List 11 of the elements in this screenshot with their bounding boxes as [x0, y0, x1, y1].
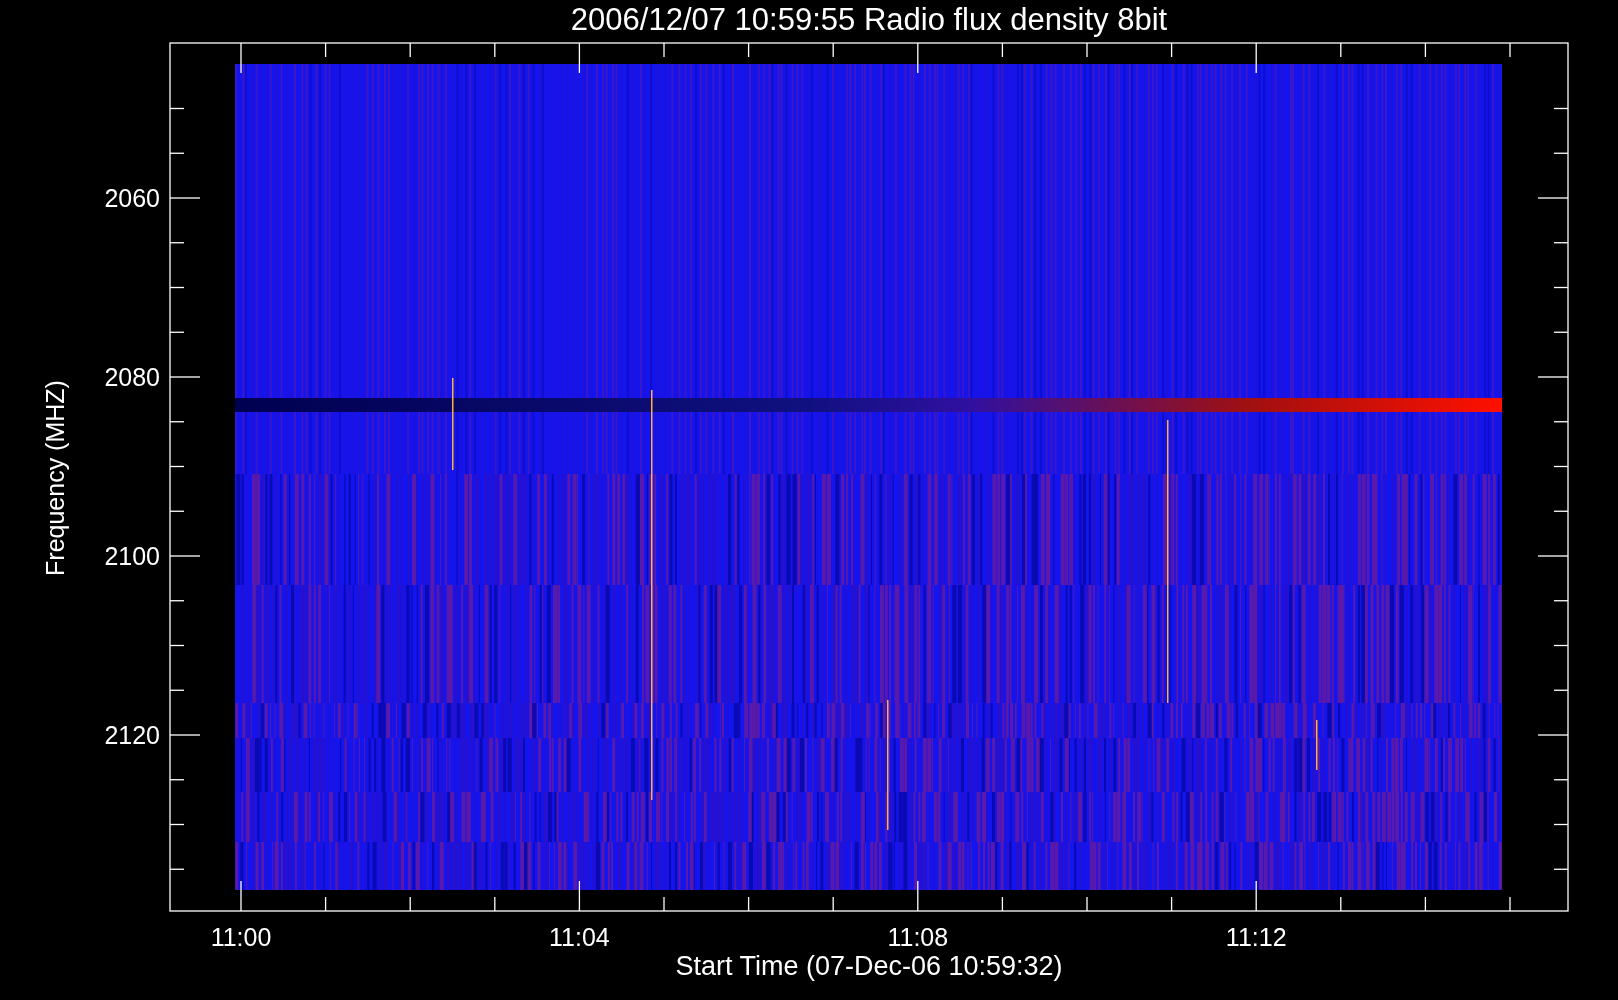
y-axis-label: Frequency (MHZ): [41, 380, 69, 576]
x-tick-label: 11:12: [1225, 923, 1287, 951]
y-tick-label: 2100: [104, 542, 160, 570]
x-tick-label: 11:00: [210, 923, 272, 951]
x-tick-label: 11:04: [549, 923, 610, 951]
x-tick-label: 11:08: [887, 923, 949, 951]
y-tick-label: 2120: [104, 721, 160, 749]
x-axis-label: Start Time (07-Dec-06 10:59:32): [675, 951, 1063, 981]
y-tick-label: 2060: [104, 184, 160, 212]
plot-title: 2006/12/07 10:59:55 Radio flux density 8bit: [570, 2, 1168, 37]
y-tick-label: 2080: [104, 363, 160, 391]
